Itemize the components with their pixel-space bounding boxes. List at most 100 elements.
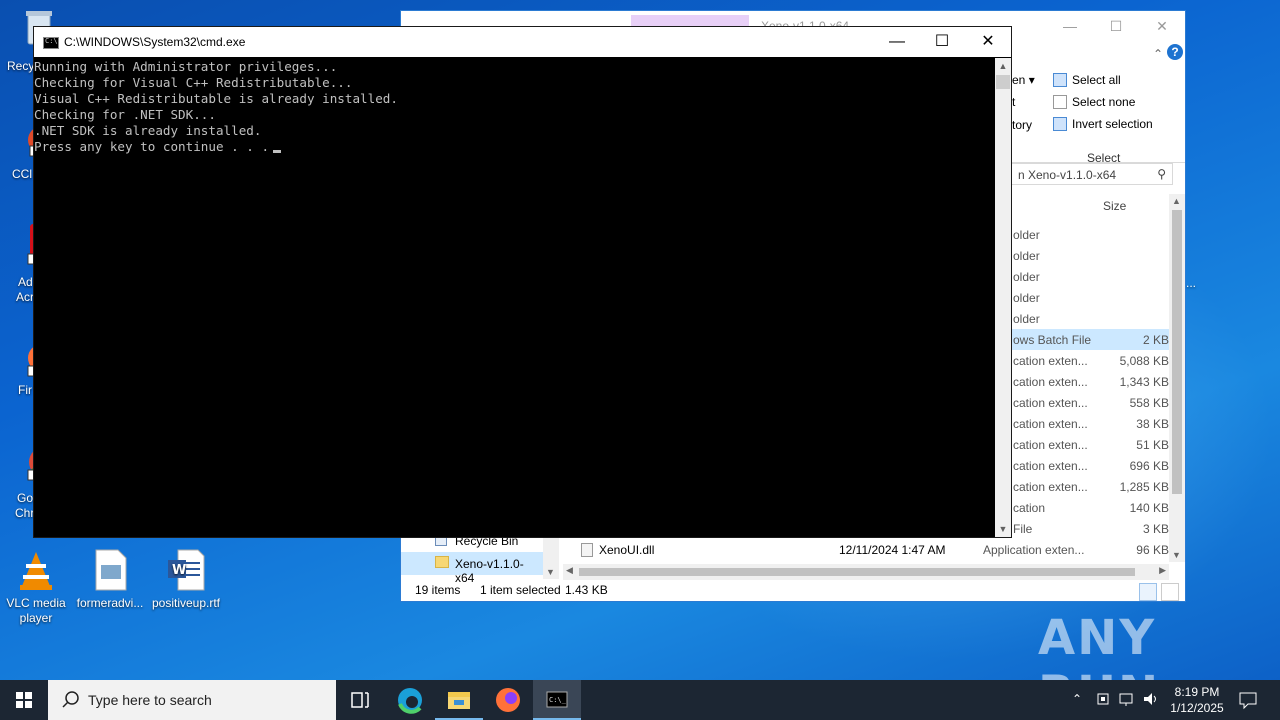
status-size: 1.43 KB	[565, 583, 608, 597]
file-size: 2 KB	[1142, 333, 1169, 347]
cmd-scrollbar[interactable]: ▲ ▼	[995, 58, 1011, 537]
taskbar-file-explorer[interactable]	[435, 680, 483, 720]
taskbar-search-box[interactable]: Type here to search	[48, 680, 336, 720]
nav-item-xeno-folder[interactable]: Xeno-v1.1.0-x64	[401, 552, 543, 585]
file-size: 38 KB	[1136, 417, 1169, 431]
desktop-icon-label: Recy	[7, 59, 35, 73]
desktop-icon-label: Go	[17, 491, 34, 505]
cmd-title: C:\WINDOWS\System32\cmd.exe	[64, 35, 246, 49]
file-row[interactable]: older	[1001, 245, 1169, 266]
scroll-down-icon[interactable]: ▼	[546, 567, 555, 577]
taskbar-firefox[interactable]	[484, 680, 532, 720]
desktop-icon-label: CCl	[12, 167, 32, 181]
search-input[interactable]: n Xeno-v1.1.0-x64 ⚲	[1001, 163, 1173, 185]
cmd-titlebar[interactable]: C:\WINDOWS\System32\cmd.exe — ☐ ✕	[34, 27, 1011, 57]
show-hidden-icons-icon[interactable]: ⌃	[1072, 692, 1082, 706]
ribbon-open-partial[interactable]: en ▾	[1012, 73, 1035, 87]
file-row[interactable]: cation exten... 51 KB	[1001, 434, 1169, 455]
desktop-icon-vlc[interactable]: VLC media player	[0, 548, 74, 626]
console-line: Checking for Visual C++ Redistributable.…	[34, 75, 353, 90]
start-button[interactable]	[0, 680, 48, 720]
dll-file-icon	[581, 543, 593, 557]
scroll-down-icon[interactable]: ▼	[1172, 550, 1181, 560]
maximize-button[interactable]: ☐	[1093, 11, 1139, 41]
minimize-button[interactable]: —	[1047, 11, 1093, 41]
file-row[interactable]: older	[1001, 266, 1169, 287]
file-size: 51 KB	[1136, 438, 1169, 452]
horizontal-scrollbar[interactable]: ◀ ▶	[563, 564, 1169, 580]
firefox-icon	[496, 688, 520, 712]
file-row[interactable]: cation exten... 558 KB	[1001, 392, 1169, 413]
file-list-scrollbar[interactable]: ▲ ▼	[1169, 194, 1185, 562]
maximize-button[interactable]: ☐	[919, 27, 965, 57]
file-type: older	[1013, 270, 1040, 284]
file-row[interactable]: cation exten... 5,088 KB	[1001, 350, 1169, 371]
file-row[interactable]: older	[1001, 308, 1169, 329]
collapse-ribbon-icon[interactable]: ⌃	[1153, 47, 1163, 61]
file-row[interactable]: cation exten... 1,343 KB	[1001, 371, 1169, 392]
file-type: cation	[1013, 501, 1046, 515]
desktop-icon-formeradvi[interactable]: formeradvi...	[72, 548, 148, 611]
column-header-size[interactable]: Size	[1103, 199, 1126, 213]
file-row[interactable]: cation exten... 1,285 KB	[1001, 476, 1169, 497]
file-row[interactable]: cation exten... 696 KB	[1001, 455, 1169, 476]
desktop-icon-label: Acr	[16, 290, 34, 304]
ribbon-item-partial[interactable]: t	[1012, 95, 1015, 109]
file-row[interactable]: older	[1001, 287, 1169, 308]
file-type: cation exten...	[1013, 459, 1088, 473]
cmd-icon: C:\_	[546, 691, 568, 708]
taskbar-cmd[interactable]: C:\_	[533, 680, 581, 720]
file-type: cation exten...	[1013, 375, 1088, 389]
file-row[interactable]: cation exten... 38 KB	[1001, 413, 1169, 434]
image-file-icon	[88, 548, 132, 592]
invert-selection-button[interactable]: Invert selection	[1053, 117, 1153, 131]
nav-pane-scrollbar[interactable]: ▼	[543, 535, 559, 579]
ribbon-history-partial[interactable]: tory	[1012, 118, 1032, 132]
scrollbar-thumb[interactable]	[579, 568, 1135, 576]
security-icon[interactable]	[1096, 690, 1110, 711]
network-icon[interactable]	[1118, 690, 1136, 711]
scroll-right-icon[interactable]: ▶	[1159, 565, 1166, 576]
scrollbar-thumb[interactable]	[1172, 210, 1182, 494]
select-all-button[interactable]: Select all	[1053, 73, 1121, 87]
console-line: Visual C++ Redistributable is already in…	[34, 91, 398, 106]
console-line: Checking for .NET SDK...	[34, 107, 216, 122]
taskbar: Type here to search C:\_ ⌃ 8:19 PM 1/12/…	[0, 680, 1280, 720]
search-icon: ⚲	[1157, 167, 1166, 181]
scroll-up-icon[interactable]: ▲	[995, 58, 1011, 74]
large-icons-view-icon[interactable]	[1161, 583, 1179, 601]
scroll-up-icon[interactable]: ▲	[1172, 196, 1181, 206]
file-type: older	[1013, 249, 1040, 263]
notifications-icon[interactable]	[1238, 690, 1258, 713]
file-type: cation exten...	[1013, 396, 1088, 410]
minimize-button[interactable]: —	[874, 27, 920, 57]
svg-text:W: W	[172, 563, 186, 578]
file-row[interactable]: older	[1001, 224, 1169, 245]
cmd-console[interactable]: Running with Administrator privileges...…	[34, 58, 996, 537]
details-view-icon[interactable]	[1139, 583, 1157, 601]
status-selected: 1 item selected	[480, 583, 561, 597]
scroll-left-icon[interactable]: ◀	[566, 565, 573, 576]
desktop-icon-positiveup[interactable]: W positiveup.rtf	[148, 548, 224, 611]
task-view-button[interactable]	[336, 680, 384, 720]
select-none-icon	[1053, 95, 1067, 109]
file-row[interactable]: ows Batch File 2 KB	[1001, 329, 1169, 350]
file-type: cation exten...	[1013, 480, 1088, 494]
desktop-icon-label: positiveup.rtf	[151, 596, 221, 610]
cmd-window[interactable]: C:\WINDOWS\System32\cmd.exe — ☐ ✕ Runnin…	[33, 26, 1012, 538]
file-row[interactable]: cation 140 KB	[1001, 497, 1169, 518]
file-size: 3 KB	[1142, 522, 1169, 536]
help-icon[interactable]: ?	[1167, 44, 1183, 60]
select-none-button[interactable]: Select none	[1053, 95, 1135, 109]
volume-icon[interactable]	[1142, 690, 1160, 711]
file-type: cation exten...	[1013, 417, 1088, 431]
taskbar-edge[interactable]	[386, 680, 434, 720]
taskbar-clock[interactable]: 8:19 PM 1/12/2025	[1162, 684, 1232, 716]
close-button[interactable]: ✕	[965, 27, 1011, 57]
close-button[interactable]: ✕	[1139, 11, 1185, 41]
scroll-down-icon[interactable]: ▼	[995, 521, 1011, 537]
file-row[interactable]: File 3 KB	[1001, 518, 1169, 539]
scrollbar-thumb[interactable]	[996, 75, 1010, 89]
folder-icon	[435, 556, 449, 568]
edge-icon	[398, 688, 422, 714]
